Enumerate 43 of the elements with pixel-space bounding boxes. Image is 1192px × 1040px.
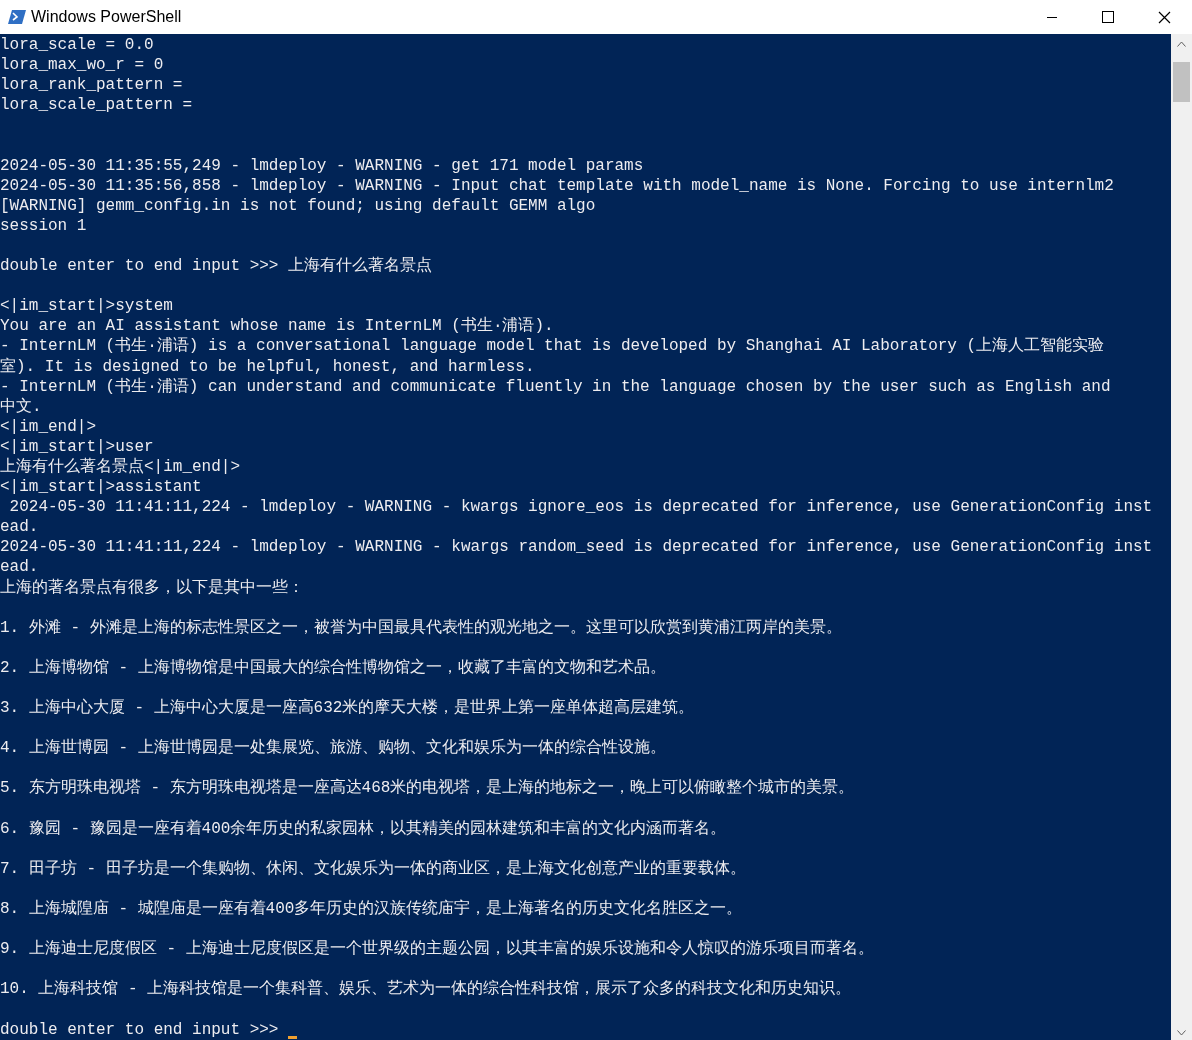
console-line: You are an AI assistant whose name is InternLM (书生·浦语).: [0, 317, 554, 336]
maximize-icon: [1102, 11, 1114, 23]
console-line: 上海有什么著名景点<|im_end|>: [0, 457, 240, 476]
console-line: 5. 东方明珠电视塔 - 东方明珠电视塔是一座高达468米的电视塔，是上海的地标之一，晚上可以俯瞰整个城市的美景。: [0, 779, 855, 798]
console-line: 2. 上海博物馆 - 上海博物馆是中国最大的综合性博物馆之一，收藏了丰富的文物和艺术品。: [0, 658, 666, 677]
console-line: double enter to end input >>> 上海有什么著名景点: [0, 257, 433, 276]
console-line: [WARNING] gemm_config.in is not found; using default GEMM algo: [0, 196, 596, 215]
console-line: - InternLM (书生·浦语) is a conversational language model that is developed by Shanghai AI Laboratory (上海人工智能实验: [0, 337, 1105, 356]
console-line: 8. 上海城隍庙 - 城隍庙是一座有着400多年历史的汉族传统庙宇，是上海著名的历史文化名胜区之一。: [0, 900, 743, 919]
console-line: lora_scale_pattern =: [0, 96, 193, 115]
console-line: 7. 田子坊 - 田子坊是一个集购物、休闲、文化娱乐为一体的商业区，是上海文化创意产业的重要载体。: [0, 859, 746, 878]
scroll-thumb[interactable]: [1173, 62, 1190, 102]
scrollbar[interactable]: [1171, 34, 1192, 1040]
console-line: <|im_start|>system: [0, 297, 173, 316]
terminal-icon: [8, 9, 26, 25]
console-prompt: double enter to end input >>>: [0, 1019, 280, 1040]
console-line: 中文.: [0, 397, 42, 416]
console-line: 6. 豫园 - 豫园是一座有着400余年历史的私家园林，以其精美的园林建筑和丰富的文化内涵而著名。: [0, 819, 727, 838]
console-line: <|im_start|>assistant: [0, 478, 202, 497]
console-line: lora_rank_pattern =: [0, 76, 183, 95]
console-line: ead.: [0, 558, 39, 577]
window-title: Windows PowerShell: [31, 7, 182, 27]
console-line: 10. 上海科技馆 - 上海科技馆是一个集科普、娱乐、艺术为一体的综合性科技馆，展示了众多的科技文化和历史知识。: [0, 980, 852, 999]
scroll-up-icon[interactable]: [1177, 41, 1186, 47]
console-line: lora_max_wo_r = 0: [0, 56, 164, 75]
close-icon: [1157, 10, 1171, 24]
console-line: lora_scale = 0.0: [0, 36, 154, 54]
console-line: - InternLM (书生·浦语) can understand and communicate fluently in the language chosen by the user such as English and: [0, 377, 1111, 396]
console-line: 3. 上海中心大厦 - 上海中心大厦是一座高632米的摩天大楼，是世界上第一座单体超高层建筑。: [0, 699, 695, 718]
console-line: <|im_end|>: [0, 417, 96, 436]
console-line: 室). It is designed to be helpful, honest, and harmless.: [0, 357, 535, 376]
console-line: 9. 上海迪士尼度假区 - 上海迪士尼度假区是一个世界级的主题公园，以其丰富的娱乐设施和令人惊叹的游乐项目而著名。: [0, 940, 874, 959]
console-line: 上海的著名景点有很多，以下是其中一些：: [0, 578, 304, 597]
console-line: 2024-05-30 11:35:55,249 - lmdeploy - WARNING - get 171 model params: [0, 156, 644, 175]
console-line: 2024-05-30 11:35:56,858 - lmdeploy - WARNING - Input chat template with model_name is None. Forcing to use internlm2: [0, 176, 1114, 195]
console-line: ead.: [0, 518, 39, 537]
console-line: 2024-05-30 11:41:11,224 - lmdeploy - WARNING - kwargs random_seed is deprecated for inference, use GenerationConfig inst: [0, 538, 1153, 557]
console-line: 2024-05-30 11:41:11,224 - lmdeploy - WARNING - kwargs ignore_eos is deprecated for inference, use GenerationConfig inst: [8, 498, 1153, 517]
console-line: <|im_start|>user: [0, 437, 154, 456]
console-line: 4. 上海世博园 - 上海世博园是一处集展览、旅游、购物、文化和娱乐为一体的综合性设施。: [0, 739, 666, 758]
console-line: session 1: [0, 216, 87, 235]
console-line: 1. 外滩 - 外滩是上海的标志性景区之一，被誉为中国最具代表性的观光地之一。这里可以欣赏到黄浦江两岸的美景。: [0, 618, 842, 637]
scroll-down-icon[interactable]: [1177, 1030, 1186, 1036]
